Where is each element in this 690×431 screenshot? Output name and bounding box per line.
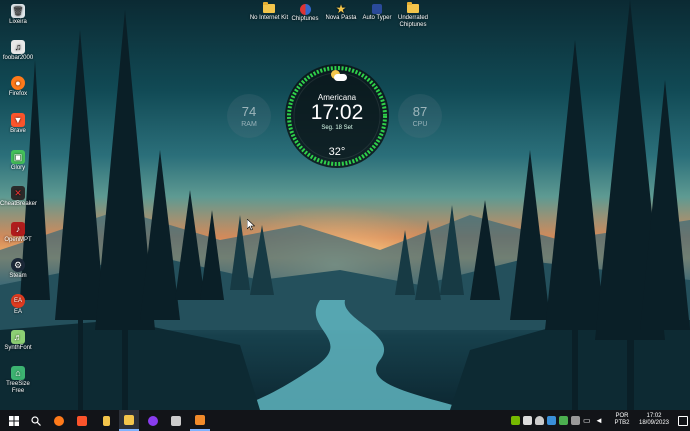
language-code: POR [615,413,629,419]
clock-date: Seg. 18 Set [321,125,353,131]
windows-start-icon [9,415,19,426]
synthfont-icon: ♬ [11,330,25,344]
search-icon [31,415,41,426]
cheatbreaker-icon: ✕ [11,186,25,200]
brave-icon [77,415,87,426]
desktop-icon-label: foobar2000 [2,55,34,61]
taskbar-brave[interactable] [72,410,92,431]
taskbar-file-explorer[interactable] [96,410,116,431]
clock-weather-widget: Americana 17:02 Seg. 18 Set 32° [285,64,389,168]
network-icon[interactable] [523,416,532,425]
desktop-icon-treesize[interactable]: ⌂ TreeSize Free [0,366,36,395]
cpu-gauge: 87 CPU [398,94,442,138]
desktop-icon-steam[interactable]: ⚙ Steam [0,258,36,280]
desktop-icon-label: SynthFont [4,345,32,351]
desktop-icon-openmpt[interactable]: ♪ OpenMPT [0,222,36,244]
usb-icon[interactable] [571,416,580,425]
partly-cloudy-icon [329,70,347,82]
glory-icon: ▣ [11,150,25,164]
notification-icon [678,415,688,426]
taskbar-time: 17:02 [646,413,662,419]
taskbar-firefox[interactable] [49,410,69,431]
desktop-icon-label: Brave [10,128,26,134]
language-indicator[interactable]: POR PTB2 [611,413,633,427]
brave-icon: ▼ [11,113,25,127]
desktop-icon-label: Chiptunes [291,16,319,22]
clock-time: 17:02 [310,101,364,124]
search-button[interactable] [26,410,46,431]
ram-label: RAM [241,121,257,128]
desktop-icon-lixeira[interactable]: 🗑 Lixeira [0,4,36,26]
desktop-icon-glory[interactable]: ▣ Glory [0,150,36,172]
taskbar-clock[interactable]: 17:02 18/09/2023 [634,413,674,427]
shield-icon[interactable] [535,416,544,425]
cpu-value: 87 [412,104,428,119]
recycle-bin-icon: 🗑 [11,4,25,18]
tweak-app-icon [171,415,181,426]
desktop-icon-label: OpenMPT [4,237,32,243]
chiptunes-icon [299,4,311,15]
desktop-icon-firefox[interactable]: ● Firefox [0,76,36,98]
taskbar-trace-app[interactable] [190,410,210,431]
desktop-icon-cheatbreaker[interactable]: ✕ CheatBreaker [0,186,38,208]
auto-typer-icon [372,4,382,14]
taskbar-date: 18/09/2023 [638,420,670,426]
volume-icon[interactable]: ◄ [595,416,604,425]
ea-icon: EA [11,294,25,308]
network-wifi-icon[interactable]: ▭ [583,416,592,425]
mouse-cursor-icon [247,219,255,231]
desktop-icon-label: Lixeira [9,19,27,25]
ram-gauge: 74 RAM [227,94,271,138]
foobar-icon: ♫ [11,40,25,54]
taskbar-media-player[interactable] [143,410,163,431]
taskbar-explorer-active[interactable] [119,410,139,431]
media-player-icon [148,415,158,426]
explorer-folder-icon [124,414,134,425]
ram-value: 74 [241,104,257,119]
file-explorer-icon [102,415,110,426]
cpu-label: CPU [412,121,428,128]
forest-wallpaper [0,0,690,410]
nvidia-icon[interactable] [511,416,520,425]
treesize-icon: ⌂ [11,366,25,380]
folder-icon [407,2,419,13]
keyboard-layout: PTB2 [614,420,630,426]
desktop-icon-label: Underrated Chiptunes [397,15,429,28]
firefox-icon: ● [11,76,25,90]
notification-button[interactable] [676,410,690,431]
desktop-icon-label: Glory [10,165,26,171]
firefox-icon [54,415,64,426]
desktop-icon-brave[interactable]: ▼ Brave [0,113,36,135]
steam-icon: ⚙ [11,258,25,272]
desktop-icon-synthfont[interactable]: ♬ SynthFont [0,330,36,352]
trace-app-icon [195,414,205,425]
folder-icon [263,2,275,13]
desktop[interactable]: 🗑 Lixeira ♫ foobar2000 ● Firefox ▼ Brave… [0,0,690,410]
desktop-icon-label: CheatBreaker [0,201,38,207]
desktop-icon-label: EA [13,309,22,315]
desktop-icon-foobar2000[interactable]: ♫ foobar2000 [0,40,36,62]
desktop-icon-label: TreeSize Free [6,381,30,394]
taskbar: ▭ ◄ POR PTB2 17:02 18/09/2023 [0,410,690,431]
desktop-icon-underrated-chiptunes[interactable]: Underrated Chiptunes [388,2,438,29]
security-icon[interactable] [559,416,568,425]
openmpt-icon: ♪ [11,222,25,236]
temperature: 32° [328,146,346,158]
start-button[interactable] [4,410,24,431]
desktop-icon-label: Steam [9,273,27,279]
desktop-icon-ea[interactable]: EA EA [0,294,36,316]
desktop-icon-label: Firefox [8,91,28,97]
cloud-icon[interactable] [547,416,556,425]
taskbar-tweak-app[interactable] [166,410,186,431]
